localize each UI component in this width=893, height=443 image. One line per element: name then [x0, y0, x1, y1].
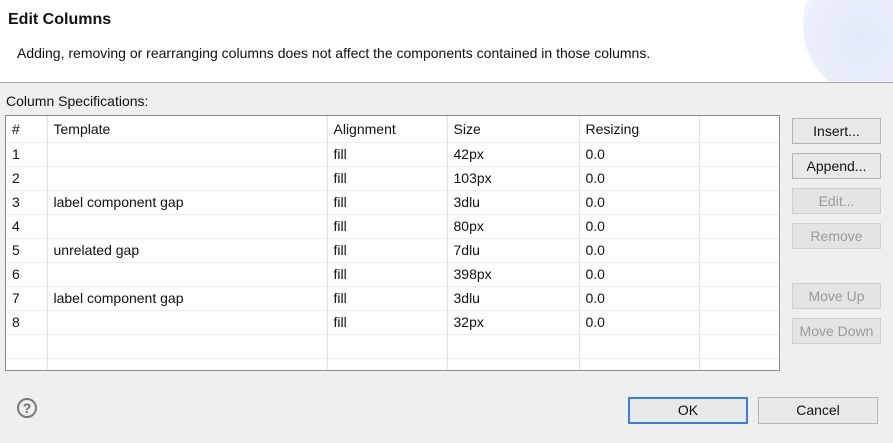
cancel-button[interactable]: Cancel — [758, 397, 878, 424]
header-decoration — [803, 0, 893, 82]
cell-alignment[interactable]: fill — [327, 190, 448, 215]
cell-alignment[interactable]: fill — [327, 142, 448, 167]
cell-filler — [699, 286, 779, 311]
cell-number: 2 — [6, 166, 48, 191]
cell-resizing[interactable]: 0.0 — [579, 286, 700, 311]
table-row[interactable]: 2 fill 103px 0.0 — [6, 166, 779, 191]
cell-template[interactable]: unrelated gap — [47, 238, 328, 263]
column-header-resizing[interactable]: Resizing — [579, 116, 700, 143]
move-down-button[interactable]: Move Down — [792, 318, 881, 344]
cell-size[interactable]: 398px — [447, 262, 580, 287]
cell-size[interactable]: 7dlu — [447, 238, 580, 263]
edit-button[interactable]: Edit... — [792, 188, 881, 214]
column-header-number[interactable]: # — [6, 116, 48, 143]
cell-alignment[interactable]: fill — [327, 238, 448, 263]
cell-resizing[interactable]: 0.0 — [579, 190, 700, 215]
columns-table[interactable]: # Template Alignment Size Resizing 1 fil… — [5, 115, 780, 371]
column-header-size[interactable]: Size — [447, 116, 580, 143]
cell-alignment[interactable]: fill — [327, 166, 448, 191]
append-button[interactable]: Append... — [792, 153, 881, 179]
cell-number: 7 — [6, 286, 48, 311]
column-header-filler — [699, 116, 779, 143]
cell-filler — [699, 262, 779, 287]
cell-filler — [699, 142, 779, 167]
cell-filler — [699, 214, 779, 239]
insert-button[interactable]: Insert... — [792, 118, 881, 144]
table-row[interactable]: 1 fill 42px 0.0 — [6, 142, 779, 167]
cell-resizing[interactable]: 0.0 — [579, 142, 700, 167]
cell-size[interactable]: 32px — [447, 310, 580, 335]
cell-filler — [699, 238, 779, 263]
cell-number: 1 — [6, 142, 48, 167]
cell-template[interactable] — [47, 310, 328, 335]
cell-template[interactable]: label component gap — [47, 190, 328, 215]
cell-template[interactable]: label component gap — [47, 286, 328, 311]
cell-size[interactable]: 42px — [447, 142, 580, 167]
cell-template[interactable] — [47, 262, 328, 287]
cell-number: 3 — [6, 190, 48, 215]
cell-size[interactable]: 3dlu — [447, 190, 580, 215]
cell-filler — [699, 310, 779, 335]
cell-size[interactable]: 80px — [447, 214, 580, 239]
table-header-row: # Template Alignment Size Resizing — [6, 116, 779, 143]
column-header-template[interactable]: Template — [47, 116, 328, 143]
table-row[interactable]: 6 fill 398px 0.0 — [6, 262, 779, 287]
column-specifications-label: Column Specifications: — [6, 93, 149, 109]
cell-template[interactable] — [47, 142, 328, 167]
cell-number: 4 — [6, 214, 48, 239]
cell-filler — [699, 190, 779, 215]
cell-template[interactable] — [47, 166, 328, 191]
cell-size[interactable]: 103px — [447, 166, 580, 191]
cell-template[interactable] — [47, 214, 328, 239]
cell-resizing[interactable]: 0.0 — [579, 238, 700, 263]
empty-table-row — [6, 358, 779, 370]
ok-button[interactable]: OK — [628, 397, 748, 424]
cell-resizing[interactable]: 0.0 — [579, 166, 700, 191]
table-row[interactable]: 8 fill 32px 0.0 — [6, 310, 779, 335]
cell-number: 6 — [6, 262, 48, 287]
move-up-button[interactable]: Move Up — [792, 283, 881, 309]
column-header-alignment[interactable]: Alignment — [327, 116, 448, 143]
dialog-title: Edit Columns — [8, 11, 112, 28]
table-row[interactable]: 3 label component gap fill 3dlu 0.0 — [6, 190, 779, 215]
table-row[interactable]: 5 unrelated gap fill 7dlu 0.0 — [6, 238, 779, 263]
table-row[interactable]: 7 label component gap fill 3dlu 0.0 — [6, 286, 779, 311]
dialog-description: Adding, removing or rearranging columns … — [17, 45, 651, 61]
cell-alignment[interactable]: fill — [327, 310, 448, 335]
cell-resizing[interactable]: 0.0 — [579, 262, 700, 287]
dialog-header: Edit Columns Adding, removing or rearran… — [0, 0, 893, 83]
cell-resizing[interactable]: 0.0 — [579, 214, 700, 239]
cell-size[interactable]: 3dlu — [447, 286, 580, 311]
table-row[interactable]: 4 fill 80px 0.0 — [6, 214, 779, 239]
cell-alignment[interactable]: fill — [327, 286, 448, 311]
cell-resizing[interactable]: 0.0 — [579, 310, 700, 335]
cell-number: 8 — [6, 310, 48, 335]
cell-alignment[interactable]: fill — [327, 214, 448, 239]
cell-filler — [699, 166, 779, 191]
cell-alignment[interactable]: fill — [327, 262, 448, 287]
help-icon[interactable]: ? — [17, 398, 37, 418]
remove-button[interactable]: Remove — [792, 223, 881, 249]
empty-table-row — [6, 334, 779, 359]
cell-number: 5 — [6, 238, 48, 263]
